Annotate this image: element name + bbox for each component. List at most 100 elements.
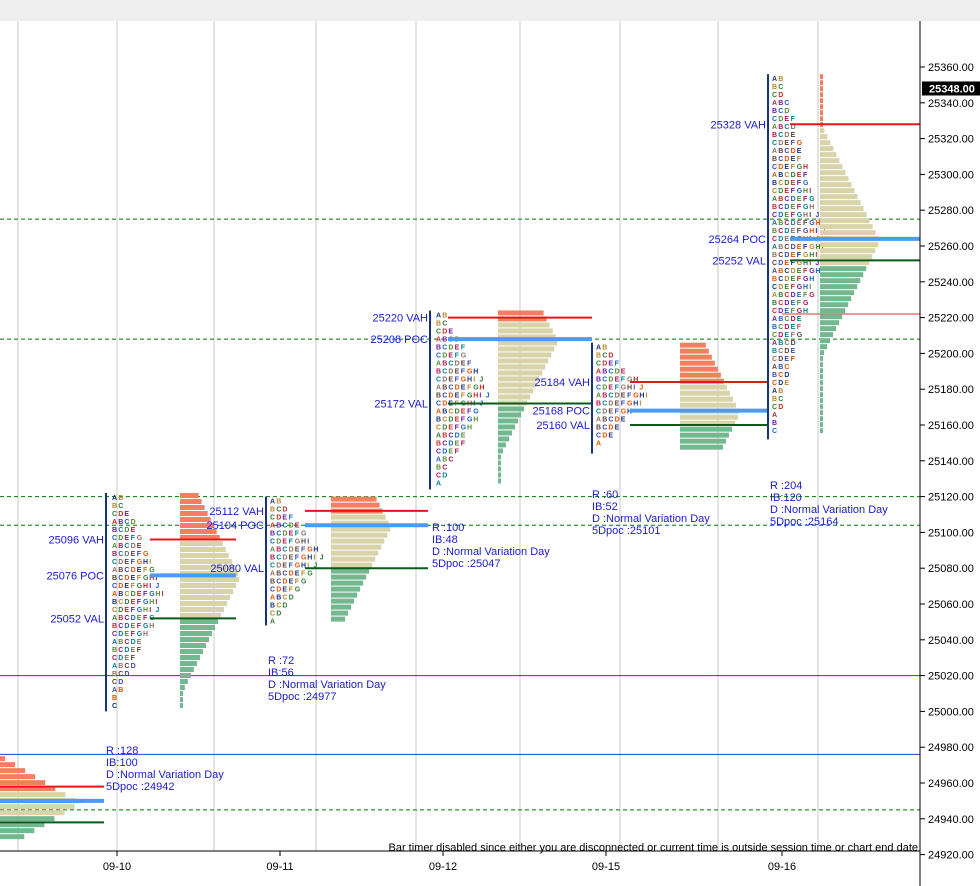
tpo-letter: F [791, 212, 796, 219]
tpo-letter: D [442, 472, 447, 479]
tpo-letter: H [809, 228, 814, 235]
tpo-letter: G [797, 308, 803, 315]
tpo-letter: B [436, 344, 441, 351]
volume-bar [180, 631, 213, 637]
session-stat: 5Dpoc :25164 [770, 516, 839, 528]
tpo-letter: E [131, 647, 136, 654]
tpo-letter: B [778, 316, 783, 323]
volume-bar [820, 104, 823, 110]
tpo-letter: E [791, 276, 796, 283]
tpo-letter: A [596, 417, 601, 424]
volume-bar [498, 322, 550, 328]
tpo-letter: C [602, 377, 607, 384]
tpo-letter: E [124, 583, 129, 590]
tpo-letter: C [596, 433, 601, 440]
tpo-letter: H [473, 368, 478, 375]
session-stat: IB:100 [106, 757, 138, 769]
tpo-letter: B [772, 132, 777, 139]
tpo-letter: C [772, 236, 777, 243]
vah-label: 25220 VAH [373, 313, 429, 325]
tpo-letter: B [772, 372, 777, 379]
tpo-letter: G [307, 547, 313, 554]
tpo-letter: B [596, 425, 601, 432]
tpo-letter: C [118, 503, 123, 510]
tpo-letter: A [112, 591, 117, 598]
session-stat: D :Normal Variation Day [770, 504, 888, 516]
session-stat: D :Normal Variation Day [106, 769, 224, 781]
tpo-letter: C [784, 148, 789, 155]
tpo-letter: G [809, 196, 815, 203]
volume-bar [680, 372, 721, 378]
volume-bar [820, 182, 852, 188]
tpo-letter: G [295, 587, 301, 594]
tpo-letter: G [803, 252, 809, 259]
tpo-letter: C [112, 655, 117, 662]
tpo-letter: D [118, 583, 123, 590]
tpo-letter: C [778, 204, 783, 211]
tpo-letter: D [118, 607, 123, 614]
tpo-letter: C [112, 631, 117, 638]
tpo-letter: C [778, 252, 783, 259]
volume-bar [820, 164, 843, 170]
volume-bar [180, 499, 202, 505]
tpo-letter: H [155, 591, 160, 598]
tpo-letter: F [791, 284, 796, 291]
session-stat: R :100 [432, 522, 464, 534]
volume-bar [680, 396, 733, 402]
tpo-letter: D [778, 140, 783, 147]
tpo-letter: G [473, 384, 479, 391]
tpo-letter: C [448, 384, 453, 391]
tpo-letter: C [784, 244, 789, 251]
tpo-letter: C [118, 575, 123, 582]
tpo-letter: H [803, 188, 808, 195]
volume-bar [498, 364, 546, 370]
tpo-letter: C [442, 320, 447, 327]
tpo-letter: G [149, 567, 155, 574]
tpo-letter: E [124, 559, 129, 566]
tpo-letter: B [276, 595, 281, 602]
tpo-letter: D [778, 188, 783, 195]
tpo-letter: G [461, 352, 467, 359]
tpo-letter: D [615, 417, 620, 424]
tpo-letter: B [772, 420, 777, 427]
price-axis: 25360.00 25340.00 25320.00 25300.00 25280.00… [919, 21, 980, 886]
tpo-letter: D [778, 212, 783, 219]
tpo-letter: E [797, 148, 802, 155]
date-tick-label: 09-10 [103, 861, 131, 873]
volume-bar [498, 436, 510, 442]
tpo-letter: C [784, 124, 789, 131]
market-profile-chart[interactable]: R :128IB:100D :Normal Variation Day5Dpoc… [0, 21, 980, 886]
tpo-letter: B [436, 368, 441, 375]
tpo-letter: C [118, 599, 123, 606]
tpo-letter: I [633, 385, 635, 392]
tpo-letter: E [295, 571, 300, 578]
tpo-letter: G [803, 276, 809, 283]
poc-label: 25264 POC [709, 234, 767, 246]
volume-bar [820, 212, 867, 218]
tpo-letter: F [461, 392, 466, 399]
price-tick-label: 25260.00 [928, 241, 974, 253]
tpo-letter: D [602, 433, 607, 440]
tpo-letter: D [784, 276, 789, 283]
tpo-letter: A [436, 360, 441, 367]
volume-bar [180, 577, 240, 583]
tpo-letter: F [791, 116, 796, 123]
tpo-letter: D [282, 507, 287, 514]
volume-bar [820, 386, 823, 392]
volume-bar [820, 392, 823, 398]
session-stat: 5Dpoc :24977 [268, 691, 337, 703]
tpo-letter: B [436, 440, 441, 447]
tpo-letter: B [778, 172, 783, 179]
tpo-letter: F [797, 204, 802, 211]
volume-bar [180, 553, 229, 559]
tpo-letter: E [448, 328, 453, 335]
tpo-letter: E [448, 448, 453, 455]
tpo-letter: I [809, 284, 811, 291]
tpo-letter: D [276, 515, 281, 522]
tpo-letter: D [448, 368, 453, 375]
tpo-letter: G [149, 591, 155, 598]
session-stat: R :128 [106, 745, 138, 757]
tpo-letter: A [270, 547, 275, 554]
tpo-letter: F [289, 515, 294, 522]
tpo-letter: B [772, 324, 777, 331]
